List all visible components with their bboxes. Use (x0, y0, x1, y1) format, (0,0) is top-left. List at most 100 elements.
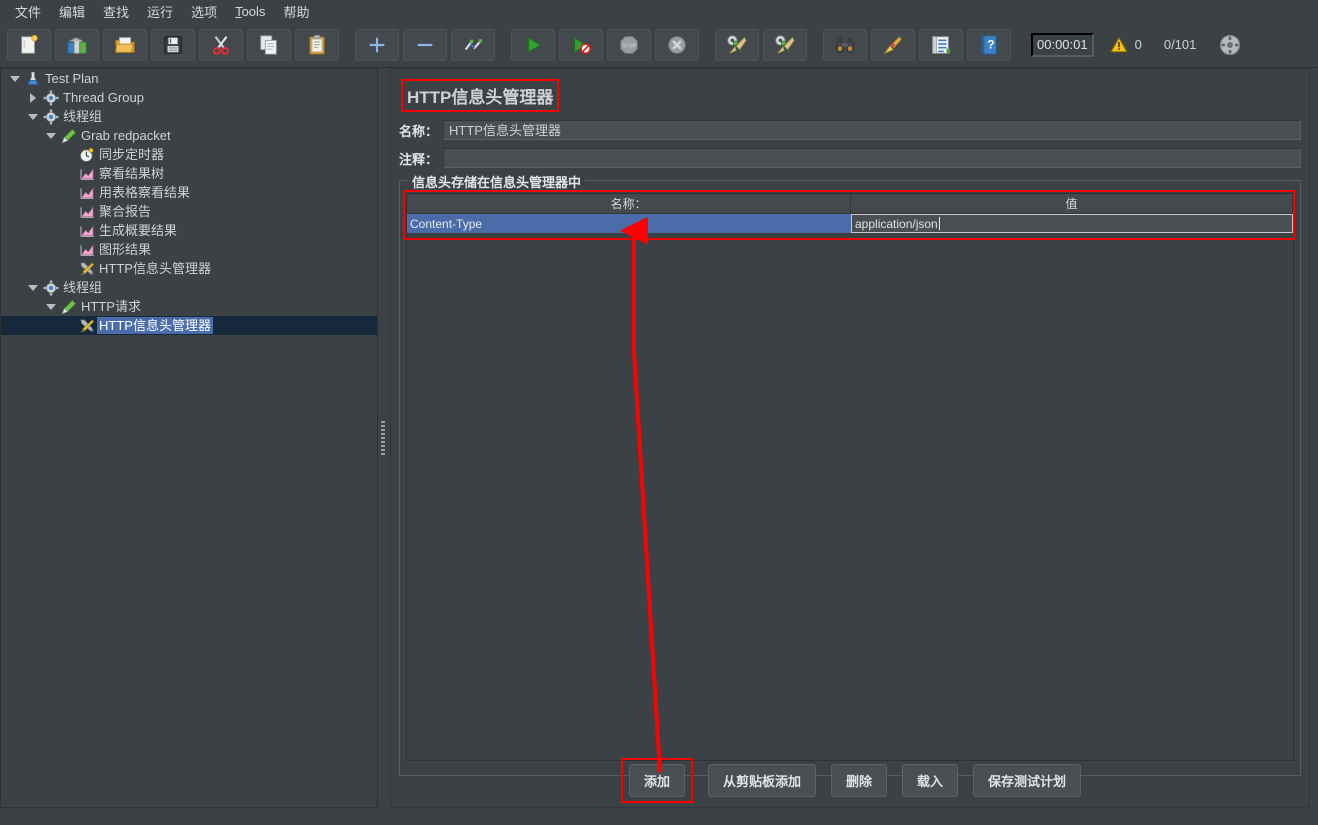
remote-status-button[interactable] (1208, 29, 1252, 61)
test-plan-icon (23, 69, 43, 88)
http-request-icon (59, 297, 79, 316)
warning-triangle-icon (1109, 36, 1128, 54)
tree-node-grab-redpacket[interactable]: Grab redpacket (1, 126, 377, 145)
divider-grip-icon (381, 421, 385, 455)
tree-node-thread-group-1[interactable]: 线程组 (1, 107, 377, 126)
toolbar-open[interactable] (103, 28, 147, 61)
tree-twisty-right-icon[interactable] (25, 88, 41, 107)
toolbar-start[interactable] (511, 28, 555, 61)
clipboard-paste-icon (306, 34, 328, 56)
toolbar-help[interactable]: ? (967, 28, 1011, 61)
tree-twisty-none (61, 183, 77, 202)
toolbar-separator (701, 29, 713, 61)
toolbar-clear[interactable] (715, 28, 759, 61)
cell-header-value[interactable]: application/json (851, 214, 1293, 233)
menu-search[interactable]: 查找 (94, 0, 138, 23)
help-book-icon: ? (978, 34, 1000, 56)
column-header-value[interactable]: 值 (851, 194, 1293, 214)
toolbar-templates[interactable] (55, 28, 99, 61)
tree-node-header-manager-2[interactable]: HTTP信息头管理器 (1, 316, 377, 335)
toolbar-expand-all[interactable] (355, 28, 399, 61)
tree-node-label: 生成概要结果 (99, 223, 178, 238)
listener-chart-icon (77, 183, 97, 202)
tree-node-summary-report[interactable]: 生成概要结果 (1, 221, 377, 240)
header-manager-icon (77, 259, 97, 278)
text-caret (938, 217, 940, 230)
thread-group-icon (41, 88, 61, 107)
toolbar-collapse-all[interactable] (403, 28, 447, 61)
toolbar-reset-search[interactable] (871, 28, 915, 61)
toolbar-shutdown[interactable] (655, 28, 699, 61)
load-button[interactable]: 载入 (902, 764, 959, 797)
toolbar-cut[interactable] (199, 28, 243, 61)
comment-label: 注释： (399, 151, 439, 167)
elapsed-timer: 00:00:01 (1031, 32, 1094, 57)
add-button-highlight-annotation: 添加 (620, 758, 693, 803)
toolbar-stop[interactable]: STOP (607, 28, 651, 61)
menu-edit[interactable]: 编辑 (50, 0, 94, 23)
toolbar-paste[interactable] (295, 28, 339, 61)
tree-node-label: HTTP请求 (81, 299, 141, 314)
menu-tools[interactable]: Tools (226, 2, 274, 21)
cell-header-value-text: application/json (855, 216, 938, 231)
warning-indicator[interactable]: 0 (1109, 36, 1142, 54)
tree-twisty-none (61, 145, 77, 164)
tree-node-test-plan[interactable]: Test Plan (1, 69, 377, 88)
open-folder-icon (114, 34, 136, 56)
warning-count: 0 (1134, 37, 1142, 52)
add-from-clipboard-button[interactable]: 从剪贴板添加 (707, 764, 816, 797)
tree-node-label: Thread Group (63, 90, 144, 105)
menu-options[interactable]: 选项 (182, 0, 226, 23)
cell-header-name[interactable]: Content-Type (407, 214, 851, 233)
tree-node-graph-results[interactable]: 图形结果 (1, 240, 377, 259)
toolbar-function-helper[interactable] (919, 28, 963, 61)
save-test-plan-button[interactable]: 保存测试计划 (973, 764, 1082, 797)
column-header-name[interactable]: 名称： (407, 194, 851, 214)
menu-file[interactable]: 文件 (6, 0, 50, 23)
table-header-row: 名称： 值 (407, 194, 1293, 214)
toolbar-separator (497, 29, 509, 61)
comment-field-row: 注释： (399, 148, 1301, 168)
test-plan-tree[interactable]: Test Plan Thread Group 线程组 Grab redpacket 同步… (0, 68, 378, 808)
headers-table[interactable]: 名称： 值 Content-Type application/json (406, 193, 1294, 761)
tree-node-view-results-tree[interactable]: 察看结果树 (1, 164, 377, 183)
tree-node-header-manager-1[interactable]: HTTP信息头管理器 (1, 259, 377, 278)
toolbar-new[interactable] (7, 28, 51, 61)
toolbar-toggle[interactable] (451, 28, 495, 61)
toolbar-start-no-pauses[interactable] (559, 28, 603, 61)
tree-node-view-results-table[interactable]: 用表格察看结果 (1, 183, 377, 202)
tree-twisty-down-icon[interactable] (43, 297, 59, 316)
name-input[interactable]: HTTP信息头管理器 (443, 120, 1301, 140)
tree-node-sync-timer[interactable]: 同步定时器 (1, 145, 377, 164)
split-pane-divider[interactable] (378, 68, 388, 808)
tree-node-thread-group-2[interactable]: 线程组 (1, 278, 377, 297)
tree-twisty-none (61, 221, 77, 240)
delete-button[interactable]: 删除 (830, 764, 887, 797)
table-row[interactable]: Content-Type application/json (407, 214, 1293, 233)
menu-run[interactable]: 运行 (138, 0, 182, 23)
tree-twisty-down-icon[interactable] (43, 126, 59, 145)
add-button[interactable]: 添加 (628, 764, 685, 797)
active-thread-count: 0/101 (1163, 37, 1197, 52)
tree-twisty-down-icon[interactable] (25, 107, 41, 126)
toggle-icon (462, 34, 484, 56)
tree-node-http-request[interactable]: HTTP请求 (1, 297, 377, 316)
tree-twisty-down-icon[interactable] (25, 278, 41, 297)
reset-broom-icon (882, 34, 904, 56)
tree-node-label: 图形结果 (99, 242, 152, 257)
tree-twisty-none (61, 259, 77, 278)
header-manager-icon (77, 316, 97, 335)
toolbar-clear-all[interactable] (763, 28, 807, 61)
tree-node-thread-group-en[interactable]: Thread Group (1, 88, 377, 107)
toolbar-search[interactable] (823, 28, 867, 61)
binoculars-search-icon (834, 34, 856, 56)
menu-help[interactable]: 帮助 (274, 0, 318, 23)
thread-group-icon (41, 278, 61, 297)
comment-input[interactable] (443, 148, 1301, 168)
tree-node-aggregate-report[interactable]: 聚合报告 (1, 202, 377, 221)
toolbar-copy[interactable] (247, 28, 291, 61)
tree-twisty-down-icon[interactable] (7, 69, 23, 88)
tree-twisty-none (61, 316, 77, 335)
toolbar-save[interactable] (151, 28, 195, 61)
svg-text:STOP: STOP (622, 43, 636, 49)
